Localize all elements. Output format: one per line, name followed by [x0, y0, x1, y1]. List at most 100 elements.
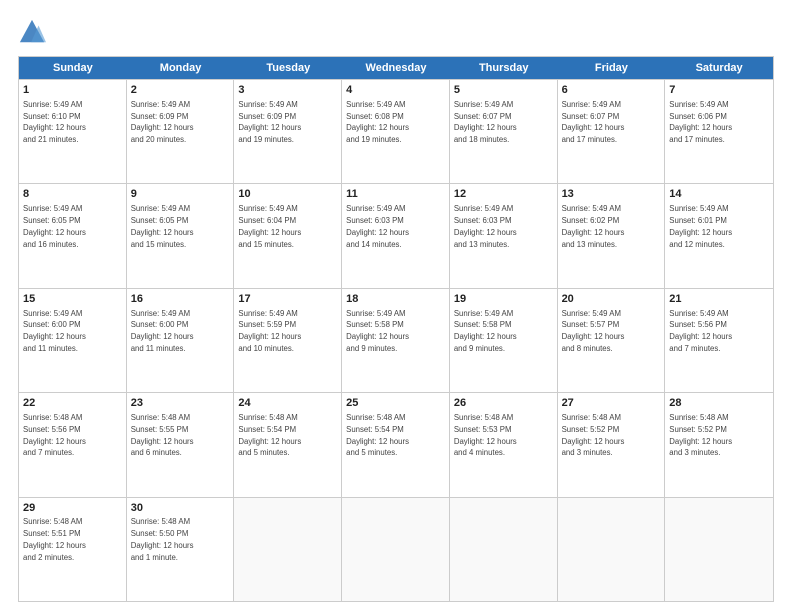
day-info: Sunrise: 5:49 AM Sunset: 5:59 PM Dayligh…: [238, 309, 301, 353]
day-number: 2: [131, 83, 230, 98]
header-day-thursday: Thursday: [450, 57, 558, 79]
day-info: Sunrise: 5:49 AM Sunset: 6:07 PM Dayligh…: [454, 100, 517, 144]
calendar-day-3: 3 Sunrise: 5:49 AM Sunset: 6:09 PM Daylig…: [234, 80, 342, 183]
calendar-week-4: 22 Sunrise: 5:48 AM Sunset: 5:56 PM Dayli…: [19, 392, 773, 496]
calendar-day-16: 16 Sunrise: 5:49 AM Sunset: 6:00 PM Dayli…: [127, 289, 235, 392]
day-number: 21: [669, 292, 769, 307]
day-info: Sunrise: 5:49 AM Sunset: 6:07 PM Dayligh…: [562, 100, 625, 144]
day-info: Sunrise: 5:49 AM Sunset: 6:08 PM Dayligh…: [346, 100, 409, 144]
calendar-empty-cell: [450, 498, 558, 601]
day-number: 13: [562, 187, 661, 202]
day-number: 30: [131, 501, 230, 516]
calendar-day-22: 22 Sunrise: 5:48 AM Sunset: 5:56 PM Dayli…: [19, 393, 127, 496]
calendar-day-4: 4 Sunrise: 5:49 AM Sunset: 6:08 PM Daylig…: [342, 80, 450, 183]
calendar-day-30: 30Sunrise: 5:48 AM Sunset: 5:50 PM Dayli…: [127, 498, 235, 601]
calendar-day-24: 24Sunrise: 5:48 AM Sunset: 5:54 PM Dayli…: [234, 393, 342, 496]
day-info: Sunrise: 5:49 AM Sunset: 6:00 PM Dayligh…: [131, 309, 194, 353]
page: SundayMondayTuesdayWednesdayThursdayFrid…: [0, 0, 792, 612]
day-number: 12: [454, 187, 553, 202]
calendar-empty-cell: [342, 498, 450, 601]
calendar-day-28: 28 Sunrise: 5:48 AM Sunset: 5:52 PM Dayli…: [665, 393, 773, 496]
day-info: Sunrise: 5:48 AM Sunset: 5:56 PM Dayligh…: [23, 413, 86, 457]
day-number: 6: [562, 83, 661, 98]
calendar-day-26: 26 Sunrise: 5:48 AM Sunset: 5:53 PM Dayli…: [450, 393, 558, 496]
calendar-day-5: 5 Sunrise: 5:49 AM Sunset: 6:07 PM Daylig…: [450, 80, 558, 183]
calendar-day-27: 27Sunrise: 5:48 AM Sunset: 5:52 PM Dayli…: [558, 393, 666, 496]
calendar-day-15: 15 Sunrise: 5:49 AM Sunset: 6:00 PM Dayli…: [19, 289, 127, 392]
day-number: 8: [23, 187, 122, 202]
day-info: Sunrise: 5:48 AM Sunset: 5:52 PM Dayligh…: [669, 413, 732, 457]
header: [18, 18, 774, 46]
day-info: Sunrise: 5:49 AM Sunset: 6:10 PM Dayligh…: [23, 100, 86, 144]
calendar-empty-cell: [665, 498, 773, 601]
day-info: Sunrise: 5:49 AM Sunset: 6:05 PM Dayligh…: [131, 204, 194, 248]
calendar: SundayMondayTuesdayWednesdayThursdayFrid…: [18, 56, 774, 602]
day-number: 16: [131, 292, 230, 307]
day-info: Sunrise: 5:49 AM Sunset: 6:09 PM Dayligh…: [131, 100, 194, 144]
calendar-header: SundayMondayTuesdayWednesdayThursdayFrid…: [19, 57, 773, 79]
day-info: Sunrise: 5:49 AM Sunset: 6:03 PM Dayligh…: [454, 204, 517, 248]
header-day-saturday: Saturday: [665, 57, 773, 79]
day-info: Sunrise: 5:49 AM Sunset: 6:00 PM Dayligh…: [23, 309, 86, 353]
day-info: Sunrise: 5:49 AM Sunset: 5:58 PM Dayligh…: [454, 309, 517, 353]
day-number: 19: [454, 292, 553, 307]
calendar-empty-cell: [234, 498, 342, 601]
day-number: 3: [238, 83, 337, 98]
calendar-day-21: 21 Sunrise: 5:49 AM Sunset: 5:56 PM Dayli…: [665, 289, 773, 392]
calendar-day-9: 9Sunrise: 5:49 AM Sunset: 6:05 PM Daylig…: [127, 184, 235, 287]
calendar-week-1: 1 Sunrise: 5:49 AM Sunset: 6:10 PM Daylig…: [19, 79, 773, 183]
header-day-friday: Friday: [558, 57, 666, 79]
day-info: Sunrise: 5:48 AM Sunset: 5:50 PM Dayligh…: [131, 517, 194, 561]
day-info: Sunrise: 5:49 AM Sunset: 6:02 PM Dayligh…: [562, 204, 625, 248]
calendar-day-20: 20 Sunrise: 5:49 AM Sunset: 5:57 PM Dayli…: [558, 289, 666, 392]
header-day-tuesday: Tuesday: [234, 57, 342, 79]
calendar-day-18: 18 Sunrise: 5:49 AM Sunset: 5:58 PM Dayli…: [342, 289, 450, 392]
calendar-week-2: 8 Sunrise: 5:49 AM Sunset: 6:05 PM Daylig…: [19, 183, 773, 287]
calendar-day-6: 6 Sunrise: 5:49 AM Sunset: 6:07 PM Daylig…: [558, 80, 666, 183]
day-number: 7: [669, 83, 769, 98]
day-info: Sunrise: 5:49 AM Sunset: 6:01 PM Dayligh…: [669, 204, 732, 248]
header-day-sunday: Sunday: [19, 57, 127, 79]
calendar-day-11: 11Sunrise: 5:49 AM Sunset: 6:03 PM Dayli…: [342, 184, 450, 287]
day-number: 25: [346, 396, 445, 411]
day-number: 18: [346, 292, 445, 307]
calendar-day-7: 7 Sunrise: 5:49 AM Sunset: 6:06 PM Daylig…: [665, 80, 773, 183]
calendar-day-19: 19 Sunrise: 5:49 AM Sunset: 5:58 PM Dayli…: [450, 289, 558, 392]
day-info: Sunrise: 5:49 AM Sunset: 6:09 PM Dayligh…: [238, 100, 301, 144]
calendar-week-5: 29Sunrise: 5:48 AM Sunset: 5:51 PM Dayli…: [19, 497, 773, 601]
day-info: Sunrise: 5:49 AM Sunset: 5:57 PM Dayligh…: [562, 309, 625, 353]
day-number: 1: [23, 83, 122, 98]
calendar-day-2: 2 Sunrise: 5:49 AM Sunset: 6:09 PM Daylig…: [127, 80, 235, 183]
day-info: Sunrise: 5:49 AM Sunset: 5:58 PM Dayligh…: [346, 309, 409, 353]
calendar-day-23: 23Sunrise: 5:48 AM Sunset: 5:55 PM Dayli…: [127, 393, 235, 496]
day-info: Sunrise: 5:49 AM Sunset: 5:56 PM Dayligh…: [669, 309, 732, 353]
calendar-day-8: 8 Sunrise: 5:49 AM Sunset: 6:05 PM Daylig…: [19, 184, 127, 287]
logo-icon: [18, 18, 46, 46]
day-info: Sunrise: 5:49 AM Sunset: 6:04 PM Dayligh…: [238, 204, 301, 248]
calendar-day-10: 10 Sunrise: 5:49 AM Sunset: 6:04 PM Dayli…: [234, 184, 342, 287]
day-info: Sunrise: 5:49 AM Sunset: 6:03 PM Dayligh…: [346, 204, 409, 248]
day-info: Sunrise: 5:48 AM Sunset: 5:51 PM Dayligh…: [23, 517, 86, 561]
calendar-day-29: 29Sunrise: 5:48 AM Sunset: 5:51 PM Dayli…: [19, 498, 127, 601]
calendar-day-13: 13 Sunrise: 5:49 AM Sunset: 6:02 PM Dayli…: [558, 184, 666, 287]
day-number: 15: [23, 292, 122, 307]
day-info: Sunrise: 5:48 AM Sunset: 5:53 PM Dayligh…: [454, 413, 517, 457]
calendar-week-3: 15 Sunrise: 5:49 AM Sunset: 6:00 PM Dayli…: [19, 288, 773, 392]
day-number: 22: [23, 396, 122, 411]
day-number: 4: [346, 83, 445, 98]
day-number: 20: [562, 292, 661, 307]
day-info: Sunrise: 5:49 AM Sunset: 6:06 PM Dayligh…: [669, 100, 732, 144]
calendar-day-14: 14Sunrise: 5:49 AM Sunset: 6:01 PM Dayli…: [665, 184, 773, 287]
day-number: 29: [23, 501, 122, 516]
day-number: 10: [238, 187, 337, 202]
day-number: 5: [454, 83, 553, 98]
day-number: 28: [669, 396, 769, 411]
day-info: Sunrise: 5:49 AM Sunset: 6:05 PM Dayligh…: [23, 204, 86, 248]
calendar-day-25: 25Sunrise: 5:48 AM Sunset: 5:54 PM Dayli…: [342, 393, 450, 496]
header-day-monday: Monday: [127, 57, 235, 79]
day-info: Sunrise: 5:48 AM Sunset: 5:55 PM Dayligh…: [131, 413, 194, 457]
day-info: Sunrise: 5:48 AM Sunset: 5:52 PM Dayligh…: [562, 413, 625, 457]
day-info: Sunrise: 5:48 AM Sunset: 5:54 PM Dayligh…: [238, 413, 301, 457]
logo: [18, 18, 50, 46]
day-number: 26: [454, 396, 553, 411]
